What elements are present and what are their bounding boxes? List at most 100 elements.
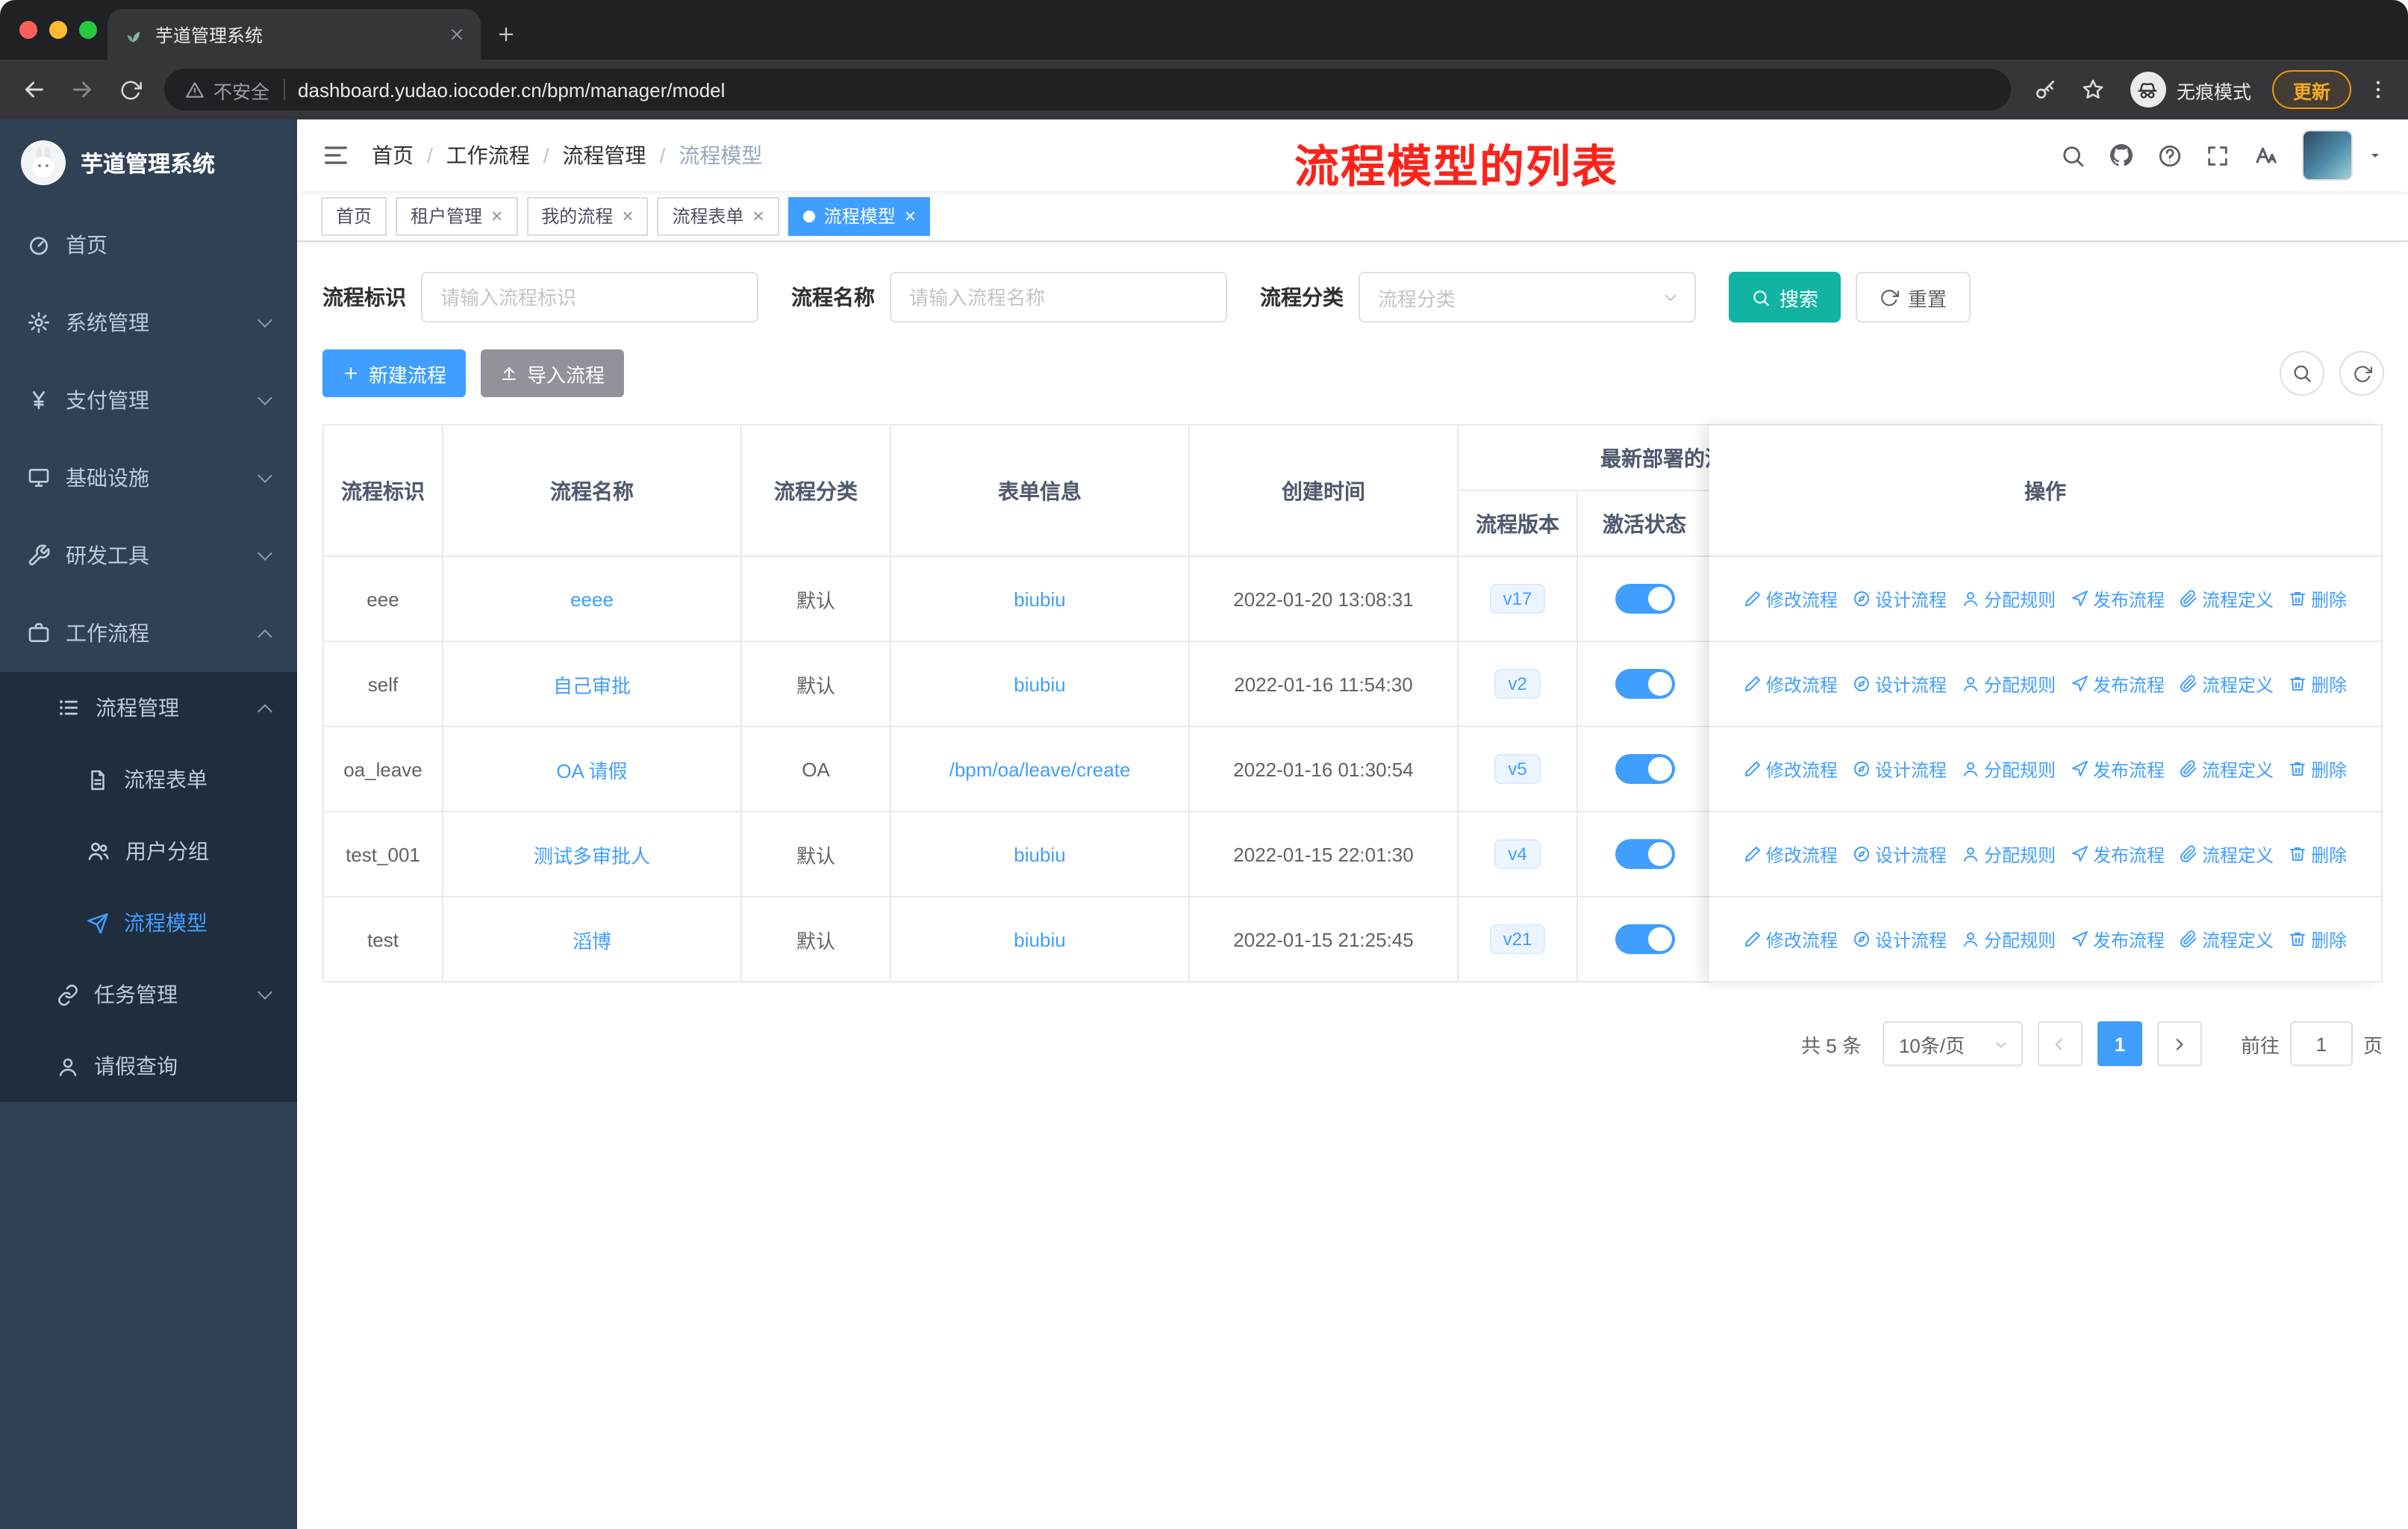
process-name-link[interactable]: OA 请假 [556, 755, 627, 783]
breadcrumb-item[interactable]: 流程管理 [563, 140, 646, 170]
action-edit-link[interactable]: 修改流程 [1744, 671, 1838, 697]
zoom-window-button[interactable] [79, 21, 97, 39]
tag-home[interactable]: 首页 [321, 196, 387, 235]
action-publish-link[interactable]: 发布流程 [2071, 927, 2165, 952]
action-edit-link[interactable]: 修改流程 [1744, 927, 1838, 952]
action-delete-link[interactable]: 删除 [2289, 927, 2347, 952]
action-assign-rule-link[interactable]: 分配规则 [1962, 671, 2056, 697]
github-icon[interactable] [2108, 142, 2135, 169]
sidebar-item-process-form[interactable]: 流程表单 [0, 744, 297, 815]
action-publish-link[interactable]: 发布流程 [2071, 756, 2165, 782]
create-process-button[interactable]: 新建流程 [322, 349, 467, 397]
address-bar[interactable]: 不安全 dashboard.yudao.iocoder.cn/bpm/manag… [164, 69, 2011, 110]
process-name-link[interactable]: 自己审批 [553, 670, 631, 698]
action-delete-link[interactable]: 删除 [2289, 586, 2347, 611]
prev-page-button[interactable] [2037, 1021, 2083, 1066]
action-definition-link[interactable]: 流程定义 [2180, 756, 2274, 782]
sidebar-item-user-group[interactable]: 用户分组 [0, 815, 297, 887]
action-design-link[interactable]: 设计流程 [1853, 756, 1947, 782]
site-security[interactable]: 不安全 [185, 75, 269, 104]
new-tab-button[interactable] [484, 9, 528, 60]
form-info-link[interactable]: biubiu [1014, 928, 1065, 950]
sidebar-item-system-management[interactable]: 系统管理 [0, 284, 297, 361]
browser-tab[interactable]: 芋道管理系统 [107, 9, 481, 60]
action-delete-link[interactable]: 删除 [2289, 671, 2347, 697]
font-size-icon[interactable] [2253, 142, 2280, 169]
active-toggle[interactable] [1615, 839, 1674, 869]
tag-close-icon[interactable]: × [905, 206, 916, 225]
active-toggle[interactable] [1615, 754, 1674, 784]
version-badge[interactable]: v17 [1489, 584, 1546, 614]
page-size-select[interactable]: 10条/页 [1882, 1021, 2023, 1066]
sidebar-item-home[interactable]: 首页 [0, 206, 297, 284]
goto-page-input[interactable] [2289, 1021, 2353, 1066]
action-design-link[interactable]: 设计流程 [1853, 586, 1947, 611]
action-assign-rule-link[interactable]: 分配规则 [1962, 756, 2056, 782]
page-number-button[interactable]: 1 [2097, 1021, 2142, 1066]
action-design-link[interactable]: 设计流程 [1853, 927, 1947, 952]
tag-process-form[interactable]: 流程表单 × [657, 196, 779, 235]
sidebar-item-payment-management[interactable]: 支付管理 [0, 361, 297, 439]
active-toggle[interactable] [1615, 669, 1674, 699]
sidebar-item-process-model[interactable]: 流程模型 [0, 887, 297, 959]
action-publish-link[interactable]: 发布流程 [2071, 841, 2165, 867]
action-design-link[interactable]: 设计流程 [1853, 841, 1947, 867]
back-button[interactable] [12, 67, 57, 112]
action-definition-link[interactable]: 流程定义 [2180, 841, 2274, 867]
version-badge[interactable]: v4 [1494, 839, 1541, 869]
action-definition-link[interactable]: 流程定义 [2180, 586, 2274, 611]
tag-process-model[interactable]: 流程模型 × [787, 196, 931, 235]
fullscreen-icon[interactable] [2205, 143, 2230, 168]
action-assign-rule-link[interactable]: 分配规则 [1962, 586, 2056, 611]
active-toggle[interactable] [1615, 924, 1674, 954]
sidebar-item-task-management[interactable]: 任务管理 [0, 959, 297, 1030]
sidebar-item-infrastructure[interactable]: 基础设施 [0, 439, 297, 517]
process-key-input[interactable] [421, 272, 758, 323]
toggle-search-button[interactable] [2280, 351, 2324, 396]
search-icon[interactable] [2060, 143, 2086, 168]
sidebar-item-dev-tools[interactable]: 研发工具 [0, 517, 297, 594]
tag-tenant-management[interactable]: 租户管理 × [396, 196, 518, 235]
form-info-link[interactable]: /bpm/oa/leave/create [949, 758, 1131, 780]
browser-menu-icon[interactable] [2360, 67, 2396, 112]
tab-close-icon[interactable] [448, 25, 466, 43]
user-avatar[interactable] [2302, 130, 2353, 181]
tag-close-icon[interactable]: × [753, 206, 764, 225]
forward-button[interactable] [60, 67, 105, 112]
minimize-window-button[interactable] [49, 21, 67, 39]
version-badge[interactable]: v5 [1494, 754, 1541, 784]
chrome-update-button[interactable]: 更新 [2271, 70, 2351, 109]
process-category-select[interactable]: 流程分类 [1359, 272, 1696, 323]
collapse-sidebar-icon[interactable] [321, 140, 351, 170]
refresh-table-button[interactable] [2339, 351, 2384, 396]
next-page-button[interactable] [2156, 1021, 2202, 1066]
action-delete-link[interactable]: 删除 [2289, 841, 2347, 867]
form-info-link[interactable]: biubiu [1014, 673, 1065, 695]
action-design-link[interactable]: 设计流程 [1853, 671, 1947, 697]
import-process-button[interactable]: 导入流程 [481, 349, 625, 397]
process-name-input[interactable] [890, 272, 1227, 323]
breadcrumb-item[interactable]: 首页 [372, 140, 414, 170]
action-publish-link[interactable]: 发布流程 [2071, 671, 2165, 697]
action-edit-link[interactable]: 修改流程 [1744, 756, 1838, 782]
reset-button[interactable]: 重置 [1856, 272, 1971, 323]
action-definition-link[interactable]: 流程定义 [2180, 671, 2274, 697]
help-icon[interactable] [2157, 143, 2183, 168]
tag-close-icon[interactable]: × [622, 206, 633, 225]
form-info-link[interactable]: biubiu [1014, 843, 1065, 865]
close-window-button[interactable] [19, 21, 37, 39]
tag-my-process[interactable]: 我的流程 × [526, 196, 649, 235]
sidebar-item-workflow[interactable]: 工作流程 [0, 594, 297, 672]
active-toggle[interactable] [1615, 584, 1674, 614]
tag-close-icon[interactable]: × [491, 206, 502, 225]
search-button[interactable]: 搜索 [1729, 272, 1841, 323]
sidebar-item-process-management[interactable]: 流程管理 [0, 672, 297, 744]
breadcrumb-item[interactable]: 工作流程 [446, 140, 530, 170]
action-assign-rule-link[interactable]: 分配规则 [1962, 841, 2056, 867]
process-name-link[interactable]: 测试多审批人 [534, 840, 650, 868]
process-name-link[interactable]: 滔博 [573, 925, 611, 953]
form-info-link[interactable]: biubiu [1014, 588, 1065, 610]
process-name-link[interactable]: eeee [570, 588, 614, 610]
version-badge[interactable]: v2 [1494, 669, 1541, 699]
reload-button[interactable] [107, 67, 152, 112]
